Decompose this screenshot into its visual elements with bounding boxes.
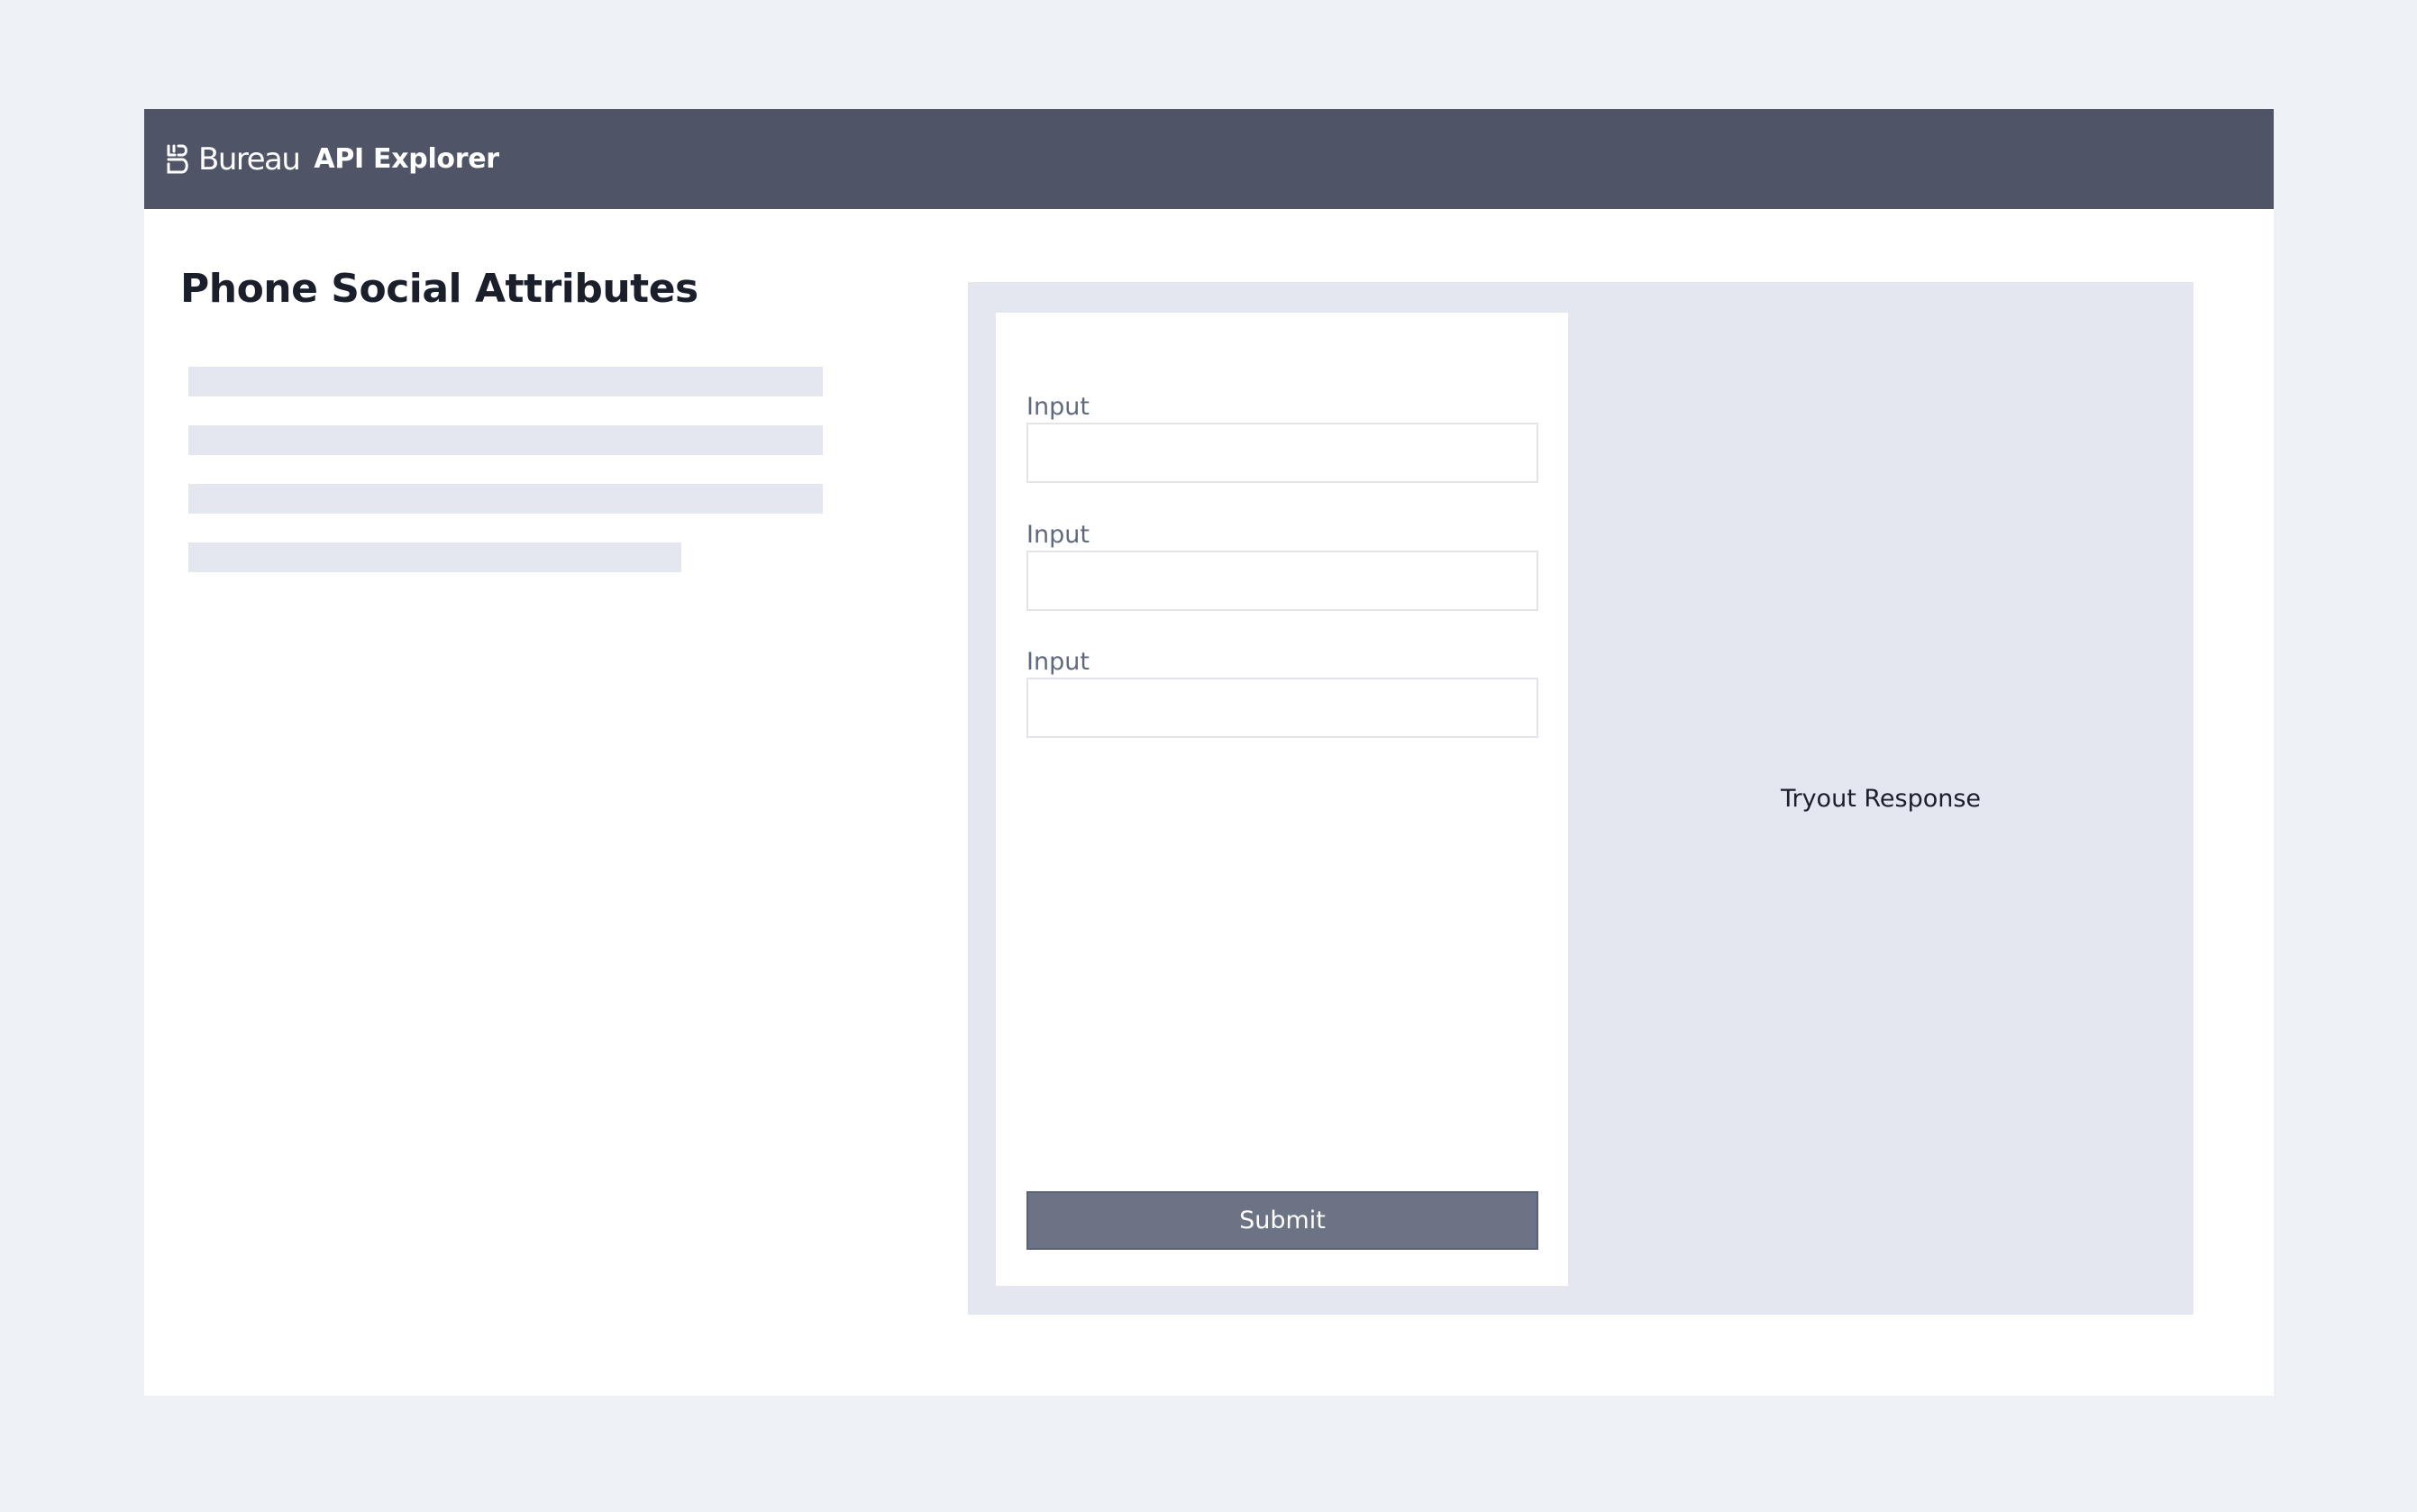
- description-skeleton-line: [188, 542, 681, 572]
- description-skeleton-line: [188, 425, 823, 455]
- field-label: Input: [1026, 521, 1090, 549]
- description-skeleton-line: [188, 367, 823, 396]
- field-label: Input: [1026, 393, 1090, 421]
- description-skeleton-line: [188, 484, 823, 514]
- bureau-logo-icon: [167, 144, 188, 173]
- input-field-3[interactable]: [1026, 678, 1538, 738]
- brand-name: Bureau: [198, 141, 301, 178]
- tryout-panel: Input Input Input Submit Tryout Response: [968, 282, 2194, 1315]
- input-field-1[interactable]: [1026, 423, 1538, 483]
- submit-button[interactable]: Submit: [1026, 1191, 1538, 1250]
- input-field-2[interactable]: [1026, 551, 1538, 611]
- field-label: Input: [1026, 648, 1090, 676]
- tryout-response-area: Tryout Response: [1568, 282, 2194, 1315]
- product-name: API Explorer: [314, 143, 499, 175]
- app-window: Bureau API Explorer Phone Social Attribu…: [144, 109, 2274, 1396]
- tryout-response-placeholder: Tryout Response: [1780, 784, 1982, 813]
- top-header: Bureau API Explorer: [144, 109, 2274, 209]
- request-form: Input Input Input Submit: [996, 313, 1568, 1286]
- page-title: Phone Social Attributes: [180, 266, 698, 312]
